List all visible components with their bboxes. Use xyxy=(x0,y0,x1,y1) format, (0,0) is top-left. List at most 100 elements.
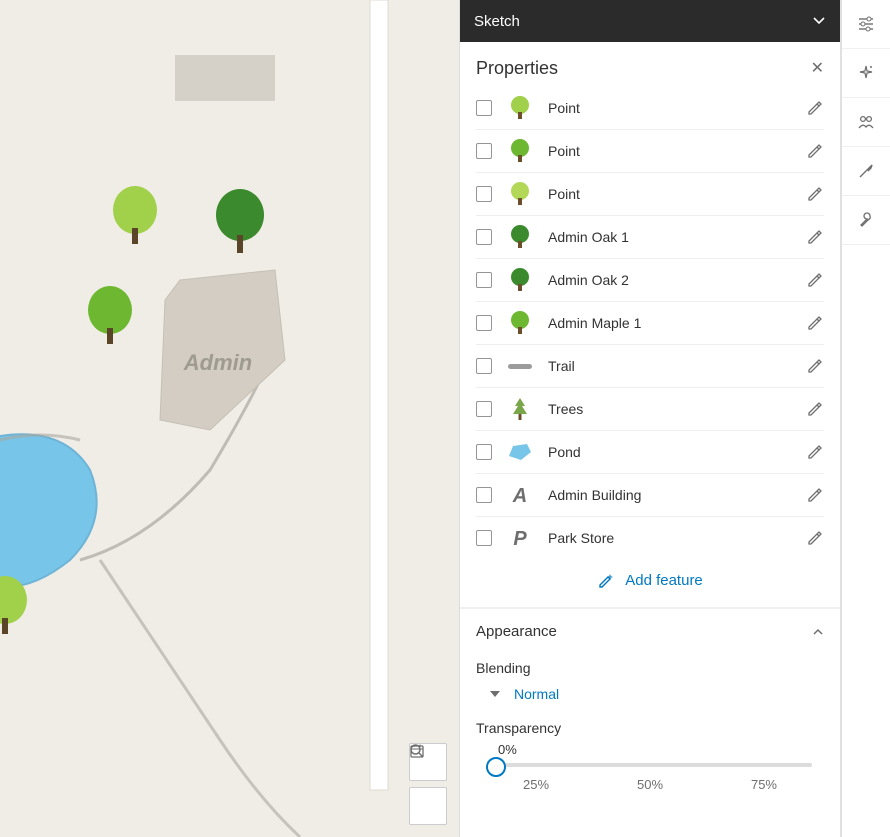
feature-row[interactable]: Admin Oak 1 xyxy=(476,216,824,259)
chevron-up-icon xyxy=(812,626,824,638)
feature-symbol-icon xyxy=(504,267,536,293)
tree-icon xyxy=(113,186,157,244)
transparency-label: Transparency xyxy=(476,720,824,736)
panel-title: Sketch xyxy=(474,13,520,30)
svg-text:P: P xyxy=(513,528,527,550)
feature-symbol-icon xyxy=(504,360,536,372)
edit-feature-button[interactable] xyxy=(806,400,824,418)
feature-symbol-icon xyxy=(504,138,536,164)
add-feature-button[interactable]: Add feature xyxy=(460,559,840,607)
feature-symbol-icon xyxy=(504,310,536,336)
properties-label: Properties xyxy=(476,58,558,79)
feature-symbol-icon xyxy=(504,224,536,250)
edit-feature-button[interactable] xyxy=(806,228,824,246)
configure-button[interactable] xyxy=(842,196,890,245)
feature-checkbox[interactable] xyxy=(476,358,492,374)
feature-row[interactable]: Admin Maple 1 xyxy=(476,302,824,345)
feature-checkbox[interactable] xyxy=(476,315,492,331)
feature-row[interactable]: A Admin Building xyxy=(476,474,824,517)
basemap-button[interactable] xyxy=(409,787,447,825)
tree-icon xyxy=(216,189,264,253)
edit-feature-button[interactable] xyxy=(806,99,824,117)
feature-row[interactable]: Point xyxy=(476,130,824,173)
tree-icon xyxy=(88,286,132,344)
feature-label: Park Store xyxy=(548,530,794,546)
feature-label: Trail xyxy=(548,358,794,374)
feature-row[interactable]: Trees xyxy=(476,388,824,431)
calendar-icon xyxy=(409,743,425,759)
building-outline xyxy=(175,55,275,101)
transparency-slider[interactable] xyxy=(488,763,812,767)
feature-row[interactable]: Admin Oak 2 xyxy=(476,259,824,302)
panel-header[interactable]: Sketch xyxy=(460,0,840,42)
add-feature-label: Add feature xyxy=(625,572,703,589)
edit-feature-button[interactable] xyxy=(806,185,824,203)
feature-row[interactable]: Point xyxy=(476,173,824,216)
feature-checkbox[interactable] xyxy=(476,100,492,116)
svg-text:A: A xyxy=(512,485,527,507)
edit-feature-button[interactable] xyxy=(806,142,824,160)
feature-symbol-icon: A xyxy=(504,483,536,507)
edit-feature-button[interactable] xyxy=(806,271,824,289)
map-canvas[interactable]: Admin xyxy=(0,0,460,837)
feature-symbol-icon xyxy=(504,442,536,462)
feature-row[interactable]: Pond xyxy=(476,431,824,474)
feature-symbol-icon xyxy=(504,95,536,121)
edit-feature-button[interactable] xyxy=(806,486,824,504)
tools-button[interactable] xyxy=(842,147,890,196)
edit-sparkle-icon xyxy=(597,571,615,589)
slider-ticks: 25% 50% 75% xyxy=(488,777,812,792)
feature-label: Pond xyxy=(548,444,794,460)
blending-value: Normal xyxy=(514,686,559,702)
wrench-icon xyxy=(857,211,875,229)
right-toolbar xyxy=(841,0,890,837)
feature-row[interactable]: Trail xyxy=(476,345,824,388)
edit-feature-button[interactable] xyxy=(806,443,824,461)
feature-symbol-icon xyxy=(504,181,536,207)
blending-label: Blending xyxy=(476,660,824,676)
dropdown-arrow-icon xyxy=(490,691,500,697)
admin-building-shape: Admin xyxy=(160,270,285,430)
close-icon[interactable]: ✕ xyxy=(811,61,824,77)
tick-75: 75% xyxy=(751,777,777,792)
feature-list: Point Point Point Admin Oak 1 Admin Oak 2 Adm… xyxy=(460,87,840,559)
edit-feature-button[interactable] xyxy=(806,357,824,375)
group-button[interactable] xyxy=(842,98,890,147)
tick-50: 50% xyxy=(637,777,663,792)
appearance-label: Appearance xyxy=(476,623,557,640)
feature-checkbox[interactable] xyxy=(476,444,492,460)
feature-label: Admin Maple 1 xyxy=(548,315,794,331)
chevron-down-icon[interactable] xyxy=(812,14,826,28)
feature-checkbox[interactable] xyxy=(476,229,492,245)
feature-checkbox[interactable] xyxy=(476,143,492,159)
feature-label: Point xyxy=(548,186,794,202)
feature-row[interactable]: Point xyxy=(476,87,824,130)
appearance-header[interactable]: Appearance xyxy=(476,623,824,640)
slider-thumb[interactable] xyxy=(486,757,506,777)
edit-feature-button[interactable] xyxy=(806,529,824,547)
feature-checkbox[interactable] xyxy=(476,530,492,546)
sliders-icon xyxy=(857,15,875,33)
blending-dropdown[interactable]: Normal xyxy=(476,682,824,720)
feature-label: Trees xyxy=(548,401,794,417)
feature-row[interactable]: P Park Store xyxy=(476,517,824,559)
settings-sliders-button[interactable] xyxy=(842,0,890,49)
effects-button[interactable] xyxy=(842,49,890,98)
screwdriver-icon xyxy=(857,162,875,180)
feature-checkbox[interactable] xyxy=(476,401,492,417)
feature-checkbox[interactable] xyxy=(476,487,492,503)
properties-heading: Properties ✕ xyxy=(460,42,840,87)
feature-label: Admin Oak 2 xyxy=(548,272,794,288)
edit-feature-button[interactable] xyxy=(806,314,824,332)
tick-25: 25% xyxy=(523,777,549,792)
feature-checkbox[interactable] xyxy=(476,272,492,288)
road xyxy=(370,0,388,790)
feature-label: Point xyxy=(548,100,794,116)
feature-label: Admin Oak 1 xyxy=(548,229,794,245)
building-label: Admin xyxy=(183,350,252,375)
sketch-panel: Sketch Properties ✕ Point Point Point Admin… xyxy=(460,0,841,837)
feature-symbol-icon: P xyxy=(504,526,536,550)
feature-label: Admin Building xyxy=(548,487,794,503)
feature-label: Point xyxy=(548,143,794,159)
feature-checkbox[interactable] xyxy=(476,186,492,202)
